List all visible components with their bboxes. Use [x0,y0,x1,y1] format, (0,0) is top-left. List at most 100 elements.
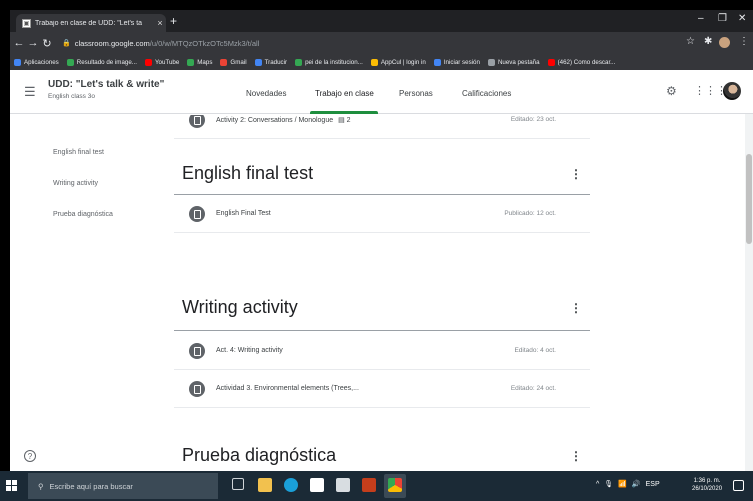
minimize-icon[interactable]: – [698,13,704,24]
bookmark-item[interactable]: Nueva pestaña [487,58,540,66]
clock-time: 1:36 p. m. [693,478,721,484]
topic-menu-icon[interactable]: ⋮ [570,449,582,463]
bookmark-item[interactable]: Iniciar sesión [433,58,480,66]
bookmarks-bar: Aplicaciones Resultado de image... YouTube… [10,54,753,70]
microphone-icon[interactable]: 🎙 [604,480,613,488]
back-arrow-icon[interactable]: ← [12,37,26,49]
bookmark-favicon-icon [295,58,303,66]
bookmark-label: Gmail [230,58,247,66]
browser-tab-title: Trabajo en clase de UDD: "Let's ta [35,19,143,27]
url-field[interactable]: 🔒 classroom.google.com/u/0/w/MTQzOTkzOTc… [62,35,652,51]
tab-trabajo-en-clase[interactable]: Trabajo en clase [315,89,374,98]
notifications-icon[interactable] [733,480,744,491]
url-path: /u/0/w/MTQzOTkzOTc5Mzk3/t/all [149,38,260,48]
list-item[interactable]: Act. 4: Writing activity Editado: 4 oct. [174,332,590,370]
classwork-content: English final test Writing activity Prue… [10,115,753,471]
help-icon[interactable]: ? [24,450,36,462]
bookmark-favicon-icon [220,58,228,66]
edge-icon[interactable] [284,478,298,492]
bookmark-label: Traducir [264,58,288,66]
item-status: Editado: 23 oct. [510,116,556,123]
topic-menu-icon[interactable]: ⋮ [570,301,582,315]
main-menu-icon[interactable]: ☰ [24,84,36,100]
browser-tab[interactable]: ▣ Trabajo en clase de UDD: "Let's ta × [16,14,166,32]
topic-title: Writing activity [182,297,298,317]
bookmark-item[interactable]: Maps [187,58,213,66]
taskbar-search-input[interactable]: ⚲ Escribe aquí para buscar [28,473,218,499]
bookmark-favicon-icon [487,58,495,66]
volume-icon[interactable]: 🔊 [632,480,641,488]
assignment-icon [189,343,205,359]
bookmark-item[interactable]: Aplicaciones [14,58,59,66]
bookmark-favicon-icon [66,58,74,66]
chrome-icon [388,478,402,492]
powerpoint-icon[interactable] [362,478,376,492]
item-status: Publicado: 12 oct. [504,210,556,217]
item-title: English Final Test [216,210,271,217]
user-avatar[interactable] [723,82,741,100]
new-tab-button[interactable]: + [170,14,177,28]
sidebar-item-english-final-test[interactable]: English final test [53,149,104,156]
course-title[interactable]: UDD: "Let's talk & write" [48,79,164,90]
bookmark-item[interactable]: (462) Como descar... [547,58,616,66]
bookmark-label: Iniciar sesión [443,58,480,66]
reload-icon[interactable]: ↻ [40,37,54,50]
settings-gear-icon[interactable]: ⚙ [666,84,677,98]
tab-strip: ▣ Trabajo en clase de UDD: "Let's ta × +… [10,10,753,32]
language-indicator[interactable]: ESP [646,481,660,488]
classroom-header: ☰ UDD: "Let's talk & write" English clas… [10,70,753,114]
maximize-icon[interactable]: ❐ [718,13,727,24]
tab-personas[interactable]: Personas [399,89,433,98]
profile-avatar-icon[interactable] [719,37,730,48]
bookmark-label: YouTube [154,58,180,66]
system-tray: ^ 🎙 📶 🔊 ESP [596,480,660,489]
bookmark-label: pei de la institucion... [305,58,363,66]
tab-calificaciones[interactable]: Calificaciones [462,89,511,98]
bookmark-item[interactable]: Gmail [220,58,247,66]
course-subtitle: English class 3o [48,93,95,100]
file-explorer-icon[interactable] [258,478,272,492]
bookmark-favicon-icon [433,58,441,66]
url-host: classroom.google.com [74,38,150,48]
browser-menu-icon[interactable]: ⋮ [739,36,749,47]
topic-title: English final test [182,163,314,183]
active-tab-indicator [310,111,378,114]
bookmark-label: (462) Como descar... [557,58,616,66]
close-window-icon[interactable]: ✕ [738,13,746,24]
classroom-favicon-icon: ▣ [22,18,31,28]
list-item[interactable]: Activity 2: Conversations / Monologue ▤ … [174,115,590,139]
sidebar-item-prueba-diagnostica[interactable]: Prueba diagnóstica [53,211,113,218]
list-item[interactable]: Actividad 3. Environmental elements (Tre… [174,370,590,408]
forward-arrow-icon[interactable]: → [26,37,40,49]
page-scrollbar[interactable] [745,114,753,471]
bookmark-item[interactable]: AppCul | login in [370,58,426,66]
bookmark-favicon-icon [547,58,555,66]
task-view-icon[interactable] [232,478,244,490]
item-title: Act. 4: Writing activity [216,347,283,354]
network-icon[interactable]: 📶 [618,480,627,488]
search-placeholder: Escribe aquí para buscar [49,481,133,491]
scrollbar-thumb[interactable] [746,154,752,244]
lock-icon: 🔒 [62,40,71,47]
bookmark-item[interactable]: Traducir [254,58,288,66]
bookmark-star-icon[interactable]: ☆ [686,36,695,47]
store-icon[interactable] [310,478,324,492]
item-title: Actividad 3. Environmental elements (Tre… [216,385,359,392]
tab-novedades[interactable]: Novedades [246,89,286,98]
bookmark-label: Maps [197,58,213,66]
extensions-icon[interactable]: ✱ [704,36,712,47]
search-icon: ⚲ [38,481,44,491]
bookmark-item[interactable]: YouTube [144,58,180,66]
taskbar-clock[interactable]: 1:36 p. m. 26/10/2020 [692,477,722,493]
bookmark-item[interactable]: pei de la institucion... [295,58,363,66]
topic-menu-icon[interactable]: ⋮ [570,167,582,181]
mail-icon[interactable] [336,478,350,492]
bookmark-favicon-icon [14,58,21,66]
sidebar-item-writing-activity[interactable]: Writing activity [53,180,98,187]
bookmark-item[interactable]: Resultado de image... [66,58,137,66]
list-item[interactable]: English Final Test Publicado: 12 oct. [174,195,590,233]
show-hidden-icons-icon[interactable]: ^ [596,481,599,488]
bookmark-label: AppCul | login in [380,58,426,66]
windows-start-icon[interactable] [6,480,18,492]
close-tab-icon[interactable]: × [154,18,166,28]
